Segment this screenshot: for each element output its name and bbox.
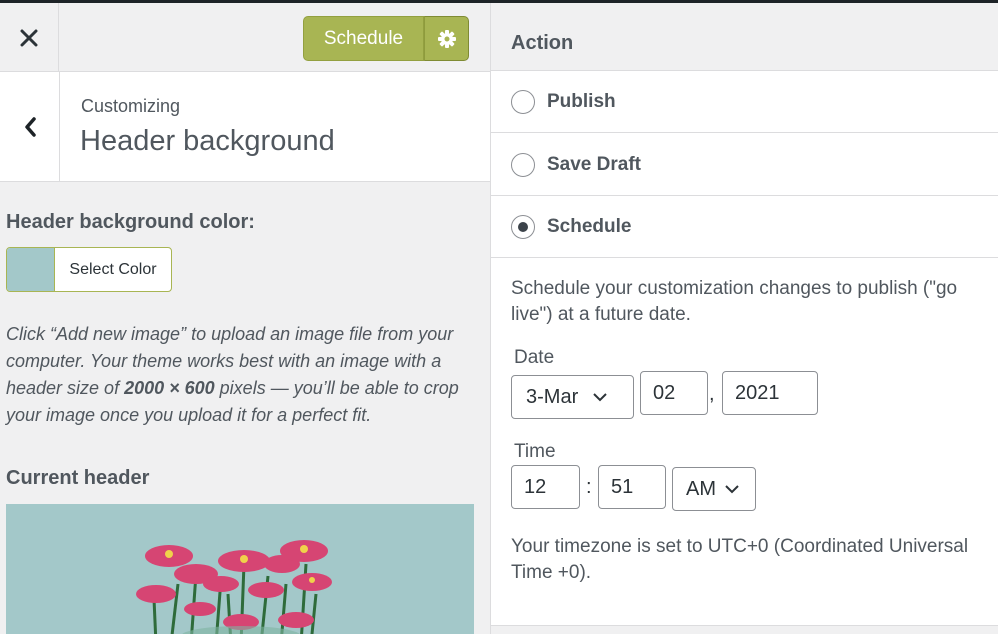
option-save-draft[interactable]: Save Draft bbox=[491, 134, 998, 196]
close-icon bbox=[20, 29, 38, 46]
year-value: 2021 bbox=[735, 381, 780, 404]
time-label: Time bbox=[514, 441, 556, 462]
current-header-label: Current header bbox=[6, 467, 150, 489]
hour-input[interactable]: 12 bbox=[511, 465, 580, 509]
schedule-split-button: Schedule bbox=[303, 16, 469, 61]
panel-footer bbox=[491, 625, 998, 634]
date-comma: , bbox=[709, 383, 715, 405]
current-header-image bbox=[6, 504, 474, 634]
section-subtitle: Customizing bbox=[81, 96, 181, 116]
publish-settings-button[interactable] bbox=[424, 16, 469, 61]
publish-radio[interactable] bbox=[511, 89, 535, 114]
minute-value: 51 bbox=[611, 475, 634, 498]
timezone-text: Your timezone is set to UTC+0 (Coordinat… bbox=[511, 536, 969, 583]
schedule-button[interactable]: Schedule bbox=[303, 16, 424, 61]
save-draft-label[interactable]: Save Draft bbox=[547, 154, 641, 176]
schedule-settings: Schedule your customization changes to p… bbox=[491, 258, 998, 622]
month-value: 3-Mar bbox=[526, 385, 579, 408]
publish-label[interactable]: Publish bbox=[547, 91, 616, 113]
save-draft-radio[interactable] bbox=[511, 152, 535, 177]
header-image-description: Click “Add new image” to upload an image… bbox=[6, 321, 481, 429]
customizer-header: Schedule bbox=[0, 3, 490, 72]
time-colon: : bbox=[586, 476, 592, 498]
action-header: Action bbox=[491, 3, 998, 71]
chevron-down-icon bbox=[593, 393, 607, 402]
schedule-radio[interactable] bbox=[511, 214, 535, 239]
color-swatch[interactable] bbox=[7, 248, 55, 291]
schedule-label[interactable]: Schedule bbox=[547, 216, 631, 238]
section-title-bar: Customizing Header background bbox=[0, 72, 490, 182]
option-publish[interactable]: Publish bbox=[491, 71, 998, 133]
action-title: Action bbox=[511, 32, 574, 54]
close-button[interactable] bbox=[0, 3, 59, 72]
meridiem-select[interactable]: AM bbox=[672, 467, 756, 511]
section-title: Header background bbox=[80, 125, 335, 157]
select-color-label: Select Color bbox=[69, 260, 157, 278]
month-select[interactable]: 3-Mar bbox=[511, 375, 634, 419]
date-label: Date bbox=[514, 347, 555, 368]
publish-settings-panel: Action Publish Save Draft Schedule Sched… bbox=[490, 3, 998, 634]
customizer-sidebar: Schedule Customizing Header background H… bbox=[0, 3, 490, 634]
day-input[interactable]: 02 bbox=[640, 371, 708, 415]
year-input[interactable]: 2021 bbox=[722, 371, 818, 415]
minute-input[interactable]: 51 bbox=[598, 465, 666, 509]
chevron-left-icon bbox=[24, 117, 36, 137]
back-button[interactable] bbox=[0, 72, 60, 182]
day-value: 02 bbox=[653, 381, 676, 404]
hour-value: 12 bbox=[524, 475, 547, 498]
chevron-down-icon bbox=[725, 485, 739, 494]
gear-icon bbox=[437, 29, 456, 48]
flowers-image bbox=[6, 504, 474, 634]
bg-color-label: Header background color: bbox=[6, 211, 255, 233]
meridiem-value: AM bbox=[686, 477, 716, 500]
description-size: 2000 × 600 bbox=[124, 378, 215, 398]
select-color-button[interactable]: Select Color bbox=[6, 247, 172, 292]
schedule-description: Schedule your customization changes to p… bbox=[511, 278, 958, 325]
option-schedule[interactable]: Schedule bbox=[491, 196, 998, 258]
